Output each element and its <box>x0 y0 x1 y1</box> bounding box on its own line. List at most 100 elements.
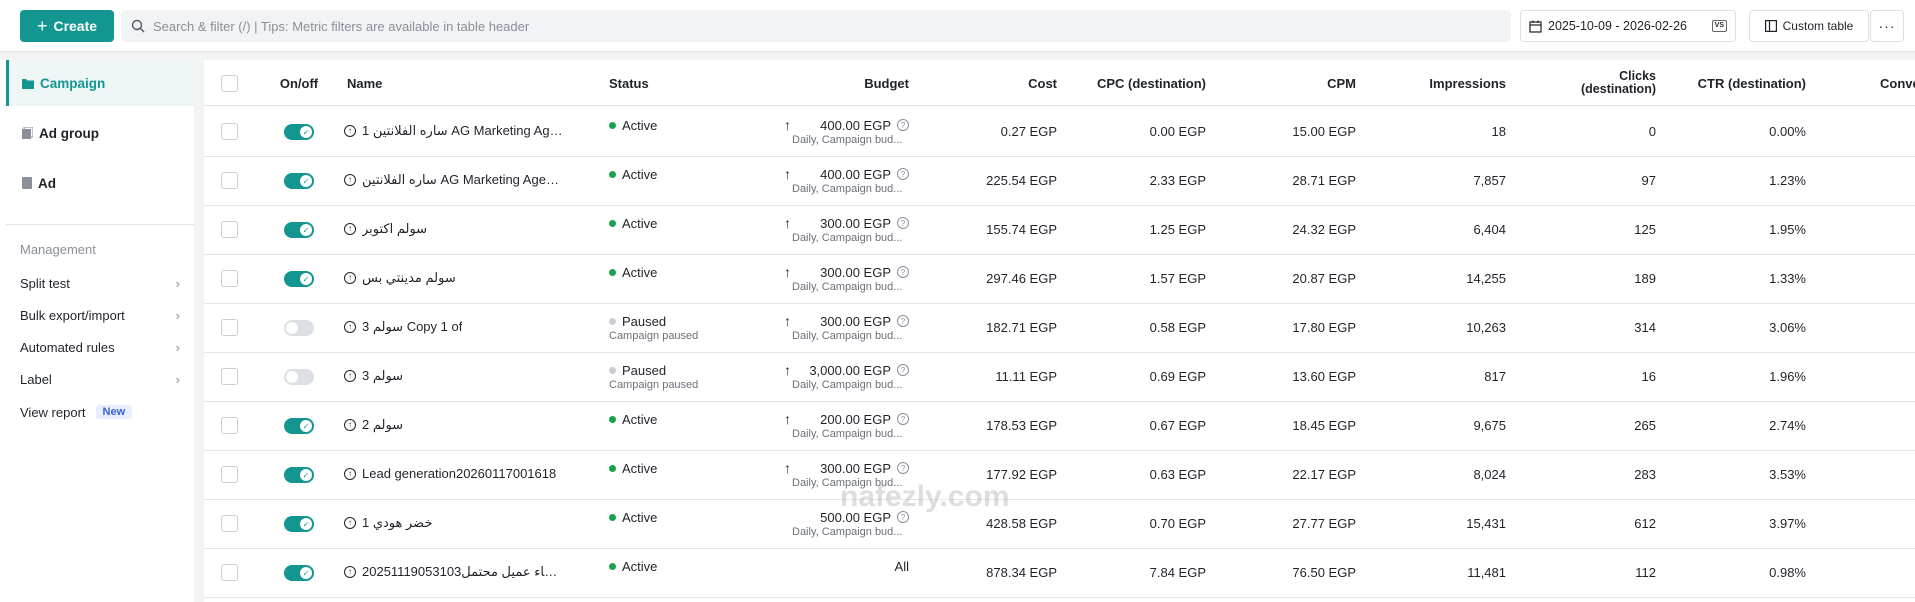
table-row[interactable]: ✓ ↑ سولم 2 Active ↑ 200.00 EGP? Daily, Campaig… <box>204 402 1915 451</box>
help-icon[interactable]: ? <box>897 119 909 131</box>
campaign-name[interactable]: ↑ ساره الفلانتين AG Marketing Agency <box>344 172 564 188</box>
col-impressions[interactable]: Impressions <box>1364 60 1506 106</box>
bulk-export-import-link[interactable]: Bulk export/import › <box>20 305 180 325</box>
col-cpm[interactable]: CPM <box>1214 60 1356 106</box>
col-onoff[interactable]: On/off <box>269 60 329 106</box>
table-header: On/off Name Status Budget Cost CPC (dest… <box>204 60 1915 106</box>
row-checkbox[interactable] <box>221 319 238 336</box>
col-clicks[interactable]: Clicks (destination) <box>1514 60 1656 106</box>
row-checkbox[interactable] <box>221 515 238 532</box>
search-bar[interactable] <box>121 10 1511 42</box>
table-row[interactable]: ✓ ↑ خضر هودي 1 Active 500.00 EGP? Daily, Camp… <box>204 500 1915 549</box>
cpc-value: 0.58 EGP <box>1149 320 1206 335</box>
row-checkbox[interactable] <box>221 123 238 140</box>
campaign-name[interactable]: ↑ ساره الفلانتين 1 AG Marketing Age... <box>344 123 564 139</box>
sidebar-item-ad[interactable]: Ad <box>6 160 194 206</box>
select-all-checkbox[interactable] <box>221 75 238 92</box>
campaign-toggle[interactable] <box>284 320 314 336</box>
budget-amount: 400.00 EGP <box>820 117 891 133</box>
budget-cell[interactable]: ↑ 300.00 EGP? Daily, Campaign bud... <box>784 264 909 293</box>
row-checkbox[interactable] <box>221 466 238 483</box>
table-row[interactable]: ✓ ↑ سولم مدينتي بس Active ↑ 300.00 EGP? Daily,… <box>204 255 1915 304</box>
campaign-name[interactable]: ↑ سولم اكتوبر <box>344 221 564 237</box>
help-icon[interactable]: ? <box>897 266 909 278</box>
campaign-toggle[interactable] <box>284 369 314 385</box>
campaign-name[interactable]: ↑ إنشاء عميل محتمل20251119053103... <box>344 564 564 580</box>
automated-rules-link[interactable]: Automated rules › <box>20 337 180 357</box>
row-checkbox[interactable] <box>221 564 238 581</box>
col-cpc[interactable]: CPC (destination) <box>1064 60 1206 106</box>
impressions-value: 9,675 <box>1473 418 1506 433</box>
budget-cell[interactable]: ↑ 300.00 EGP? Daily, Campaign bud... <box>784 215 909 244</box>
date-range-picker[interactable]: 2025-10-09 - 2026-02-26 VS <box>1520 10 1736 42</box>
campaign-name[interactable]: ↑ سولم 3 <box>344 368 564 384</box>
help-icon[interactable]: ? <box>897 462 909 474</box>
compare-toggle[interactable]: VS <box>1711 20 1727 32</box>
campaign-toggle[interactable]: ✓ <box>284 222 314 238</box>
view-report-link[interactable]: View report New <box>20 402 180 422</box>
split-test-link[interactable]: Split test › <box>20 273 180 293</box>
campaign-name[interactable]: ↑ سولم 2 <box>344 417 564 433</box>
campaign-name[interactable]: ↑ سولم مدينتي بس <box>344 270 564 286</box>
campaign-toggle[interactable]: ✓ <box>284 565 314 581</box>
budget-subtext: Daily, Campaign bud... <box>792 281 903 293</box>
col-budget[interactable]: Budget <box>784 60 909 106</box>
custom-table-button[interactable]: Custom table <box>1749 10 1869 42</box>
campaign-toggle[interactable]: ✓ <box>284 418 314 434</box>
col-conversions[interactable]: Conve <box>1880 60 1915 106</box>
cpc-value: 1.25 EGP <box>1149 222 1206 237</box>
row-checkbox[interactable] <box>221 417 238 434</box>
table-row[interactable]: ✓ ↑ Lead generation20260117001618 Active ↑ 30… <box>204 451 1915 500</box>
row-checkbox[interactable] <box>221 221 238 238</box>
help-icon[interactable]: ? <box>897 413 909 425</box>
table-row[interactable]: ↑ سولم 3 Paused Campaign paused ↑ 3,000.00 EG… <box>204 353 1915 402</box>
budget-cell[interactable]: ↑ 300.00 EGP? Daily, Campaign bud... <box>784 313 909 342</box>
col-name[interactable]: Name <box>347 60 382 106</box>
campaign-name[interactable]: ↑ Lead generation20260117001618 <box>344 466 564 481</box>
col-cost[interactable]: Cost <box>944 60 1057 106</box>
row-checkbox[interactable] <box>221 172 238 189</box>
campaign-toggle[interactable]: ✓ <box>284 516 314 532</box>
sidebar-item-campaign[interactable]: Campaign <box>6 60 194 106</box>
campaign-toggle[interactable]: ✓ <box>284 124 314 140</box>
campaign-toggle[interactable]: ✓ <box>284 467 314 483</box>
campaign-name[interactable]: ↑ خضر هودي 1 <box>344 515 564 531</box>
status-cell: Active <box>609 411 657 427</box>
col-status[interactable]: Status <box>609 60 649 106</box>
sidebar-item-ad-group[interactable]: Ad group <box>6 110 194 156</box>
row-checkbox[interactable] <box>221 270 238 287</box>
col-ctr[interactable]: CTR (destination) <box>1664 60 1806 106</box>
budget-cell[interactable]: ↑ 400.00 EGP? Daily, Campaign bud... <box>784 117 909 146</box>
help-icon[interactable]: ? <box>897 315 909 327</box>
budget-cell[interactable]: ↑ 400.00 EGP? Daily, Campaign bud... <box>784 166 909 195</box>
create-button[interactable]: + Create <box>20 10 114 42</box>
campaign-name[interactable]: ↑ سولم 3 Copy 1 of <box>344 319 564 335</box>
campaign-toggle[interactable]: ✓ <box>284 173 314 189</box>
arrow-up-icon: ↑ <box>784 362 791 378</box>
label-link[interactable]: Label › <box>20 369 180 389</box>
row-checkbox[interactable] <box>221 368 238 385</box>
sidebar: Campaign Ad group Ad Management Split te… <box>0 60 194 602</box>
help-icon[interactable]: ? <box>897 217 909 229</box>
folder-icon <box>22 78 34 89</box>
ctr-value: 3.06% <box>1769 320 1806 335</box>
calendar-icon <box>1529 20 1542 33</box>
budget-cell[interactable]: 500.00 EGP? Daily, Campaign bud... <box>784 509 909 538</box>
budget-cell[interactable]: ↑ 3,000.00 EGP? Daily, Campaign bud... <box>784 362 909 391</box>
table-row[interactable]: ✓ ↑ إنشاء عميل محتمل20251119053103... Activ… <box>204 549 1915 598</box>
budget-cell[interactable]: ↑ 300.00 EGP? Daily, Campaign bud... <box>784 460 909 489</box>
search-input[interactable] <box>153 18 1493 34</box>
help-icon[interactable]: ? <box>897 168 909 180</box>
campaign-toggle[interactable]: ✓ <box>284 271 314 287</box>
table-row[interactable]: ✓ ↑ سولم اكتوبر Active ↑ 300.00 EGP? Daily, Ca… <box>204 206 1915 255</box>
arrow-up-icon: ↑ <box>784 264 791 280</box>
status-cell: Active <box>609 215 657 231</box>
budget-cell[interactable]: ↑ 200.00 EGP? Daily, Campaign bud... <box>784 411 909 440</box>
table-row[interactable]: ✓ ↑ ساره الفلانتين 1 AG Marketing Age... Ac… <box>204 108 1915 157</box>
table-row[interactable]: ↑ سولم 3 Copy 1 of Paused Campaign paused ↑ 3… <box>204 304 1915 353</box>
help-icon[interactable]: ? <box>897 364 909 376</box>
table-row[interactable]: ✓ ↑ ساره الفلانتين AG Marketing Agency Acti… <box>204 157 1915 206</box>
more-options-button[interactable]: ··· <box>1870 10 1904 42</box>
help-icon[interactable]: ? <box>897 511 909 523</box>
budget-cell[interactable]: All <box>784 558 909 574</box>
